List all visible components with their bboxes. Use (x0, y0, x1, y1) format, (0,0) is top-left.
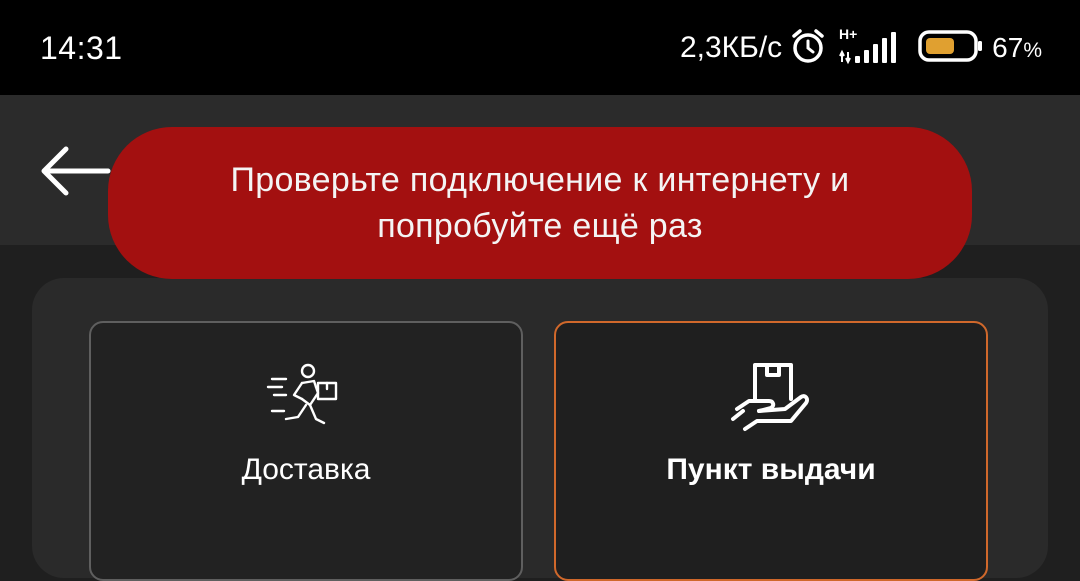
battery-icon (918, 29, 984, 68)
pickup-point-option[interactable]: Пункт выдачи (554, 321, 988, 581)
status-bar: 14:31 2,3КБ/с H+ 67% (0, 0, 1080, 95)
pickup-point-hand-icon (729, 359, 813, 444)
battery-percent: 67% (992, 32, 1042, 63)
network-type-label: H+ (839, 26, 857, 42)
signal-icon: H+ (838, 26, 904, 71)
status-indicators: 2,3КБ/с H+ 67% (680, 26, 1042, 70)
toast-message: Проверьте подключение к интернету и попр… (231, 157, 850, 249)
delivery-label: Доставка (241, 453, 371, 486)
status-time: 14:31 (40, 30, 123, 66)
delivery-method-card: Доставка Пункт выдачи (32, 278, 1048, 581)
arrow-left-icon (41, 146, 111, 196)
alarm-icon (788, 26, 828, 71)
pickup-point-label: Пункт выдачи (666, 453, 876, 486)
toast-message-line-2: попробуйте ещё раз (377, 207, 703, 245)
network-speed: 2,3КБ/с (679, 31, 783, 64)
delivery-option[interactable]: Доставка (89, 321, 523, 581)
toast-message-line-1: Проверьте подключение к интернету и (230, 161, 850, 199)
network-error-toast: Проверьте подключение к интернету и попр… (108, 127, 972, 279)
courier-running-icon (266, 359, 346, 444)
back-button[interactable] (36, 141, 112, 201)
